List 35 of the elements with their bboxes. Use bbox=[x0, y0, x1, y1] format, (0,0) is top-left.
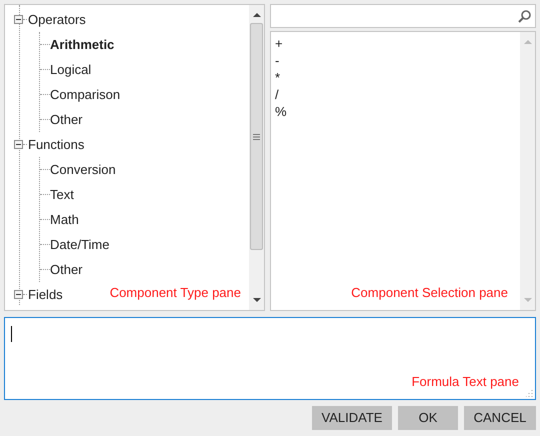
tree-item[interactable]: Other bbox=[50, 260, 83, 280]
scrollbar[interactable] bbox=[249, 5, 264, 310]
dialog-button[interactable]: VALIDATE bbox=[312, 406, 392, 430]
dialog-button[interactable]: OK bbox=[398, 406, 458, 430]
tree-item[interactable]: Arithmetic bbox=[50, 34, 114, 54]
list-item[interactable]: % bbox=[275, 103, 287, 120]
scrollbar-thumb[interactable] bbox=[250, 23, 263, 250]
search-field[interactable] bbox=[270, 4, 536, 28]
formula-text-field[interactable]: Formula Text pane bbox=[4, 317, 536, 400]
collapse-icon[interactable] bbox=[14, 290, 23, 299]
tree-item[interactable]: Operators bbox=[27, 10, 87, 30]
list-item[interactable]: * bbox=[275, 69, 280, 86]
tree-item[interactable]: Logical bbox=[50, 60, 92, 80]
list-item[interactable]: + bbox=[275, 35, 283, 52]
tree-item[interactable]: Fields bbox=[27, 284, 64, 304]
search-icon[interactable] bbox=[518, 10, 531, 22]
dialog-button[interactable]: CANCEL bbox=[464, 406, 536, 430]
list-item[interactable]: / bbox=[275, 86, 279, 103]
collapse-icon[interactable] bbox=[14, 140, 23, 149]
tree-item[interactable]: Text bbox=[50, 184, 74, 204]
resize-grip-icon[interactable] bbox=[526, 390, 533, 397]
list-item[interactable]: - bbox=[275, 52, 280, 69]
tree-item[interactable]: Comparison bbox=[50, 84, 120, 104]
pane-annotation: Formula Text pane bbox=[412, 372, 519, 391]
tree-item[interactable]: Other bbox=[50, 110, 83, 130]
tree-item[interactable]: Date/Time bbox=[50, 234, 110, 254]
scroll-up-icon[interactable] bbox=[252, 13, 260, 17]
pane-annotation: Component Selection pane bbox=[351, 284, 508, 302]
tree-item[interactable]: Math bbox=[50, 210, 79, 230]
tree-item[interactable]: Functions bbox=[27, 134, 86, 154]
collapse-icon[interactable] bbox=[14, 15, 23, 24]
tree-item[interactable]: Conversion bbox=[50, 160, 116, 180]
grip-icon bbox=[253, 134, 260, 140]
pane-annotation: Component Type pane bbox=[110, 284, 241, 302]
scroll-down-icon[interactable] bbox=[252, 298, 260, 302]
